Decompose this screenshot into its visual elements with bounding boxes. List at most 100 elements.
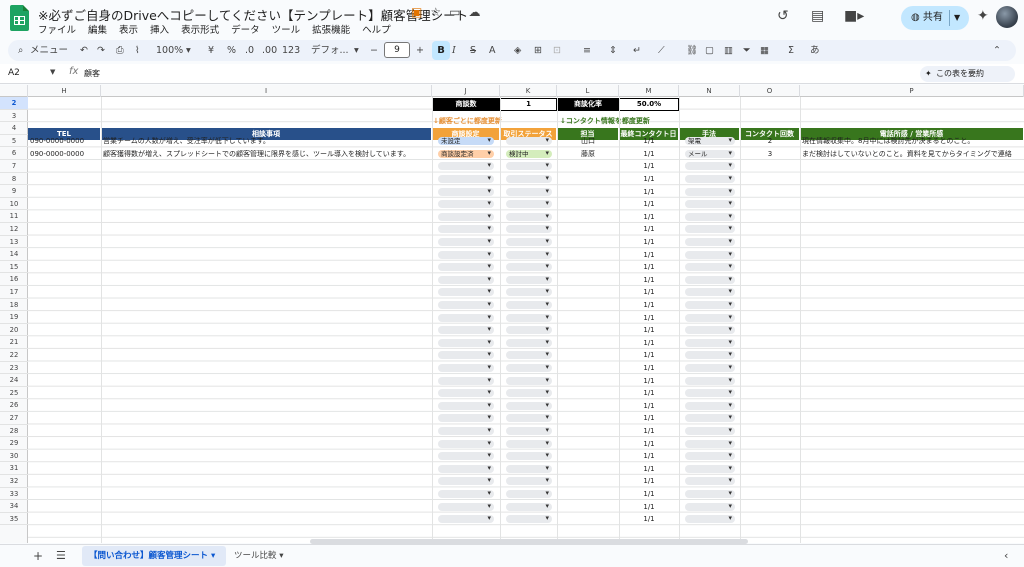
insert-chart-icon[interactable]: ▥ [724,43,733,58]
last-contact-cell[interactable]: 1/1 [619,312,679,324]
history-icon[interactable]: ↺ [777,8,789,24]
call-note-cell[interactable]: 現在情報収集中。8月中には検討先が決まるとのこと。 [802,135,1024,147]
row-header[interactable]: 12 [0,223,28,236]
status-dropdown[interactable] [506,237,552,246]
status-dropdown[interactable] [506,262,552,272]
last-contact-cell[interactable]: 1/1 [619,148,679,160]
deal-setting-dropdown[interactable] [438,338,494,347]
deal-setting-dropdown[interactable] [438,489,494,498]
menu-item-3[interactable]: 挿入 [150,22,169,36]
text-rotation-icon[interactable]: ⟋ [658,43,665,58]
wrap-text-icon[interactable]: ↵ [633,43,641,58]
method-dropdown[interactable] [685,502,735,511]
last-contact-cell[interactable]: 1/1 [619,362,679,374]
status-dropdown[interactable] [506,313,552,322]
deal-setting-dropdown[interactable] [438,350,494,360]
deal-setting-dropdown[interactable] [438,300,494,309]
gemini-icon[interactable]: ✦ [977,8,989,24]
redo-icon[interactable]: ↷ [97,43,105,58]
method-dropdown[interactable] [685,439,735,448]
status-dropdown[interactable] [506,439,552,448]
zoom-select[interactable]: 100% [156,43,183,58]
call-note-cell[interactable]: まだ検討はしていないとのこと。資料を見てからタイミングで連絡 [802,148,1024,160]
last-contact-cell[interactable]: 1/1 [619,501,679,513]
link-icon[interactable]: ⛓ [686,43,698,58]
method-dropdown[interactable] [685,413,735,423]
deal-setting-dropdown[interactable] [438,401,494,410]
column-header[interactable]: N [679,85,740,97]
column-header[interactable]: I [101,85,432,97]
menu-item-8[interactable]: ヘルプ [362,22,391,36]
column-header[interactable]: O [740,85,800,97]
percent-button[interactable]: % [227,43,236,58]
row-header[interactable]: 5 [0,135,28,148]
deal-setting-dropdown[interactable] [438,451,494,461]
status-dropdown[interactable] [506,413,552,423]
currency-button[interactable]: ¥ [208,43,214,58]
menu-item-2[interactable]: 表示 [119,22,138,36]
sheet-tab-active[interactable]: 【問い合わせ】顧客管理シート ▾ [82,546,226,566]
method-dropdown[interactable] [685,237,735,246]
last-contact-cell[interactable]: 1/1 [619,261,679,273]
status-dropdown[interactable] [506,476,552,486]
method-dropdown[interactable] [685,161,735,171]
last-contact-cell[interactable]: 1/1 [619,488,679,500]
last-contact-cell[interactable]: 1/1 [619,324,679,336]
deal-setting-dropdown[interactable] [438,275,494,284]
status-dropdown[interactable] [506,187,552,196]
method-dropdown[interactable] [685,514,735,524]
owner-cell[interactable]: 藤原 [557,148,619,160]
contact-count-cell[interactable]: 3 [740,148,800,160]
method-dropdown[interactable] [685,489,735,498]
font-size-input[interactable]: 9 [384,42,410,58]
formula-input[interactable]: 顧客 [84,68,100,79]
search-icon[interactable]: ⌕ [18,43,23,58]
undo-icon[interactable]: ↶ [80,43,88,58]
status-dropdown[interactable] [506,300,552,309]
spreadsheet-grid[interactable]: HIJKLMNOP 2 3 4 5 6 7 8 9 10 11 12 13 14 15 16 17 18 19 20… [0,85,1024,543]
method-dropdown[interactable] [685,376,735,385]
status-dropdown[interactable] [506,136,552,146]
status-dropdown[interactable] [506,174,552,183]
status-dropdown[interactable] [506,338,552,347]
deal-setting-dropdown[interactable] [438,439,494,448]
method-dropdown[interactable] [685,187,735,196]
last-contact-cell[interactable]: 1/1 [619,223,679,235]
select-all-corner[interactable] [0,85,28,97]
status-dropdown[interactable] [506,363,552,372]
status-dropdown[interactable] [506,250,552,259]
status-dropdown[interactable] [506,464,552,473]
row-header[interactable]: 31 [0,462,28,475]
deal-setting-dropdown[interactable] [438,161,494,171]
column-header[interactable]: M [619,85,679,97]
avatar[interactable] [996,6,1018,28]
row-header[interactable]: 8 [0,173,28,186]
row-header[interactable]: 33 [0,488,28,501]
row-header[interactable]: 13 [0,236,28,249]
tel-cell[interactable]: 090-0000-0000 [30,135,100,147]
status-dropdown[interactable] [506,161,552,171]
menu-item-6[interactable]: ツール [272,22,301,36]
last-contact-cell[interactable]: 1/1 [619,198,679,210]
menu-item-4[interactable]: 表示形式 [181,22,219,36]
row-header[interactable]: 21 [0,336,28,349]
print-icon[interactable]: ⎙ [116,43,124,58]
folder-move-icon[interactable]: ▭ [449,5,460,19]
paint-format-icon[interactable]: ⌇ [135,43,140,58]
deal-setting-dropdown[interactable] [438,376,494,385]
row-header[interactable]: 34 [0,500,28,513]
insert-comment-icon[interactable]: ▢ [705,43,714,58]
share-button[interactable]: ◍ 共有 ▼ [901,6,969,30]
row-header[interactable]: 16 [0,273,28,286]
row-header[interactable]: 23 [0,362,28,375]
last-contact-cell[interactable]: 1/1 [619,463,679,475]
status-dropdown[interactable] [506,489,552,498]
method-dropdown[interactable]: 架電 [685,136,735,146]
status-dropdown[interactable] [506,199,552,209]
deal-setting-dropdown[interactable] [438,287,494,297]
method-dropdown[interactable] [685,363,735,372]
deal-setting-dropdown[interactable] [438,199,494,209]
menu-item-7[interactable]: 拡張機能 [312,22,350,36]
share-dropdown-icon[interactable]: ▼ [954,6,960,30]
decrease-font-icon[interactable]: − [370,43,378,58]
